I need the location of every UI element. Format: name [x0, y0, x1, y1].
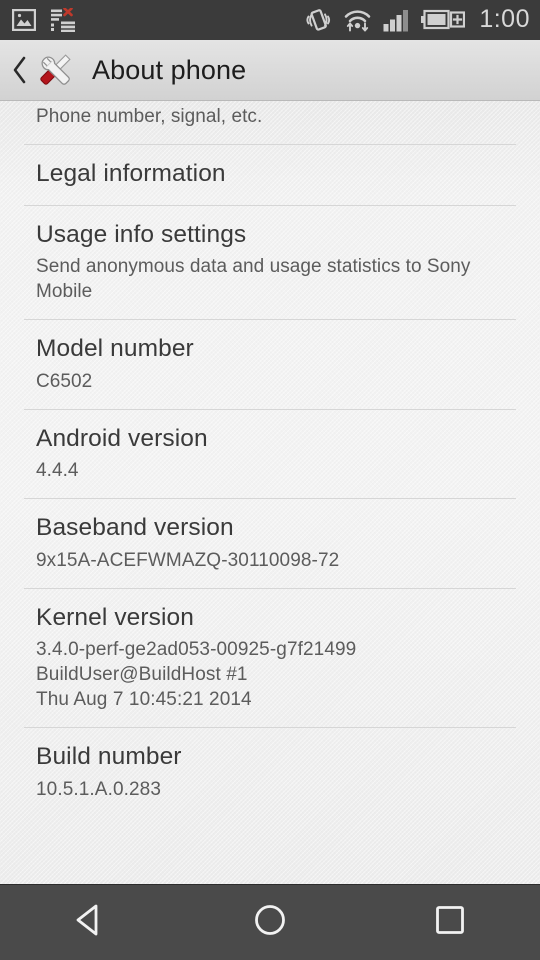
list-item-subtitle: C6502	[36, 370, 93, 392]
status-bar-system-icons: 1:00	[305, 4, 530, 34]
list-item-subtitle: 10.5.1.A.0.283	[36, 778, 162, 800]
list-item-title: Legal information	[36, 160, 226, 188]
home-button[interactable]	[180, 885, 360, 960]
screenshot-image-icon	[11, 8, 37, 32]
list-item-build-number[interactable]: Build number 10.5.1.A.0.283	[0, 727, 540, 816]
list-item-baseband-version[interactable]: Baseband version 9x15A-ACEFWMAZQ-3011009…	[0, 498, 540, 587]
navigation-bar	[0, 884, 540, 960]
action-bar: About phone	[0, 40, 540, 101]
battery-charging-icon	[420, 9, 466, 31]
list-item-kernel-version[interactable]: Kernel version 3.4.0-perf-ge2ad053-00925…	[0, 587, 540, 728]
wifi-transfer-icon	[343, 8, 372, 32]
list-item-subtitle: 4.4.4	[36, 460, 79, 482]
list-item-legal-information[interactable]: Legal information	[0, 144, 540, 204]
list-item-title: Baseband version	[36, 514, 234, 542]
list-item-title: Model number	[36, 335, 194, 363]
list-item-title: Usage info settings	[36, 220, 247, 248]
list-item-title: Kernel version	[36, 603, 195, 631]
back-button[interactable]	[0, 885, 180, 960]
list-item-android-version[interactable]: Android version 4.4.4	[0, 408, 540, 498]
list-item-subtitle: 3.4.0-perf-ge2ad053-00925-g7f21499 Build…	[36, 638, 357, 711]
list-item-status[interactable]: Status Phone number, signal, etc.	[0, 101, 540, 144]
list-item-title: Android version	[36, 424, 208, 452]
settings-tools-icon[interactable]	[32, 47, 78, 93]
phone-screen: 1:00 About phone Phone number, signal, e…	[0, 0, 540, 960]
vibrate-icon	[305, 8, 332, 32]
settings-list[interactable]: Status Phone number, signal, etc. Legal …	[0, 101, 540, 884]
back-chevron-icon[interactable]	[8, 48, 30, 92]
settings-list-content: Status Phone number, signal, etc. Legal …	[0, 101, 540, 817]
list-item-subtitle: Send anonymous data and usage statistics…	[36, 256, 471, 303]
status-bar: 1:00	[0, 0, 540, 40]
status-bar-notification-icons	[11, 7, 76, 32]
status-bar-clock: 1:00	[479, 4, 530, 33]
recents-square-icon	[431, 901, 469, 944]
home-circle-icon	[251, 901, 289, 944]
cellular-signal-icon	[383, 8, 409, 32]
list-item-model-number[interactable]: Model number C6502	[0, 319, 540, 408]
list-item-usage-info-settings[interactable]: Usage info settings Send anonymous data …	[0, 204, 540, 320]
list-item-subtitle: 9x15A-ACEFWMAZQ-30110098-72	[36, 549, 340, 571]
sync-error-list-icon	[50, 7, 76, 32]
list-item-subtitle: Phone number, signal, etc.	[36, 106, 263, 128]
page-title: About phone	[92, 54, 247, 85]
recents-button[interactable]	[360, 885, 540, 960]
back-triangle-icon	[71, 901, 109, 944]
list-item-title: Build number	[36, 743, 182, 771]
